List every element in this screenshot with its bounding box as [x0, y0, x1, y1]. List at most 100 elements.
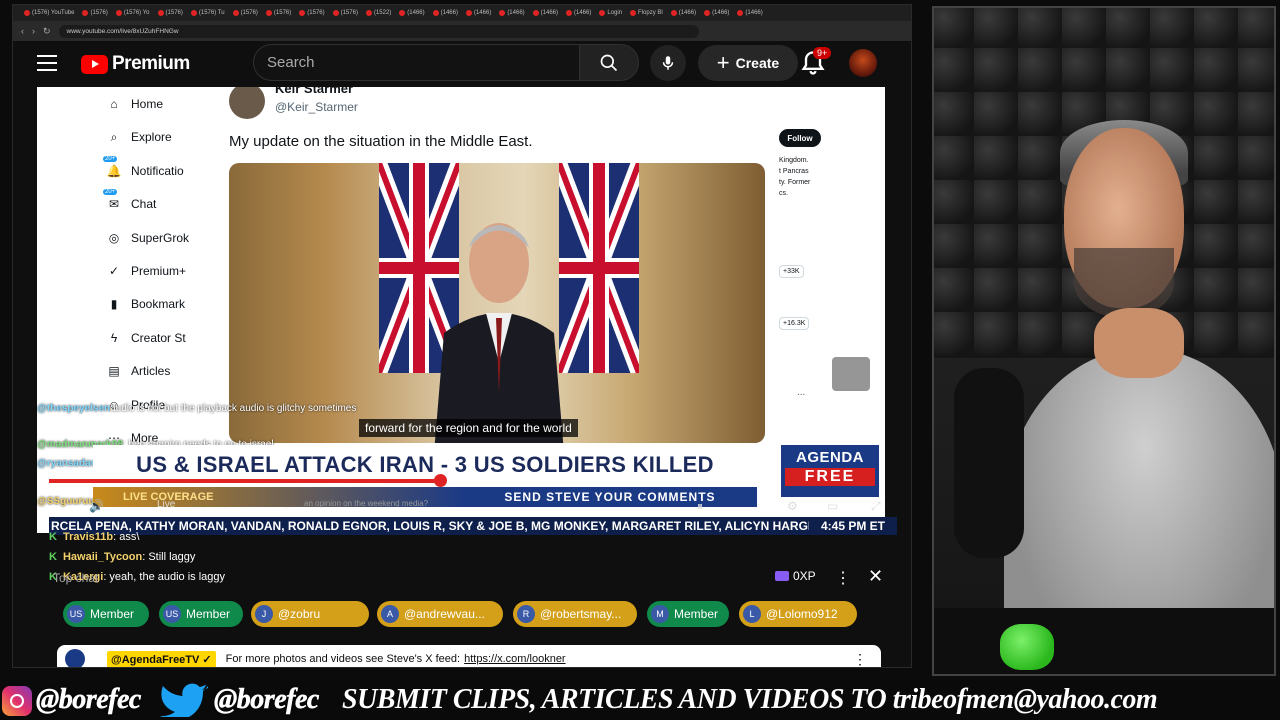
browser-tab[interactable]: (1576)	[230, 7, 261, 19]
x-nav-item[interactable]: ▤ Articles	[107, 364, 170, 378]
twitter-bird-icon	[160, 683, 208, 717]
pause-icon[interactable]: ⏸	[697, 499, 703, 514]
account-avatar[interactable]	[849, 49, 877, 77]
tweet-author-avatar	[229, 87, 265, 119]
chip-avatar: M	[651, 605, 669, 623]
search-input[interactable]: Search	[253, 44, 579, 81]
search-button[interactable]	[579, 44, 639, 81]
chat-username[interactable]: Hawaii_Tycoon	[63, 551, 142, 563]
x-nav-item[interactable]: ⌂ Home	[107, 97, 163, 111]
foam-tile	[1194, 224, 1240, 270]
top-chat-label[interactable]: Top chat	[53, 571, 98, 585]
member-chip[interactable]: R @robertsmay...	[513, 601, 637, 627]
close-icon[interactable]: ✕	[868, 566, 883, 587]
forward-icon[interactable]: ›	[32, 26, 35, 36]
browser-tab[interactable]: (1576)	[155, 7, 186, 19]
youtube-logo[interactable]: Premium	[81, 53, 190, 75]
foam-tile	[1018, 268, 1064, 314]
x-nav-item[interactable]: 🔔 Notificatio 20+	[103, 155, 184, 178]
url-field[interactable]: www.youtube.com/live/8xUZuhFHNGw	[58, 24, 699, 38]
member-chips: US Member US Member J @zobru A @andrewvau... R @r…	[63, 601, 903, 627]
tab-favicon-icon	[190, 10, 197, 16]
voice-search-button[interactable]	[650, 45, 686, 81]
member-chip[interactable]: US Member	[159, 601, 243, 627]
crown-icon	[775, 571, 789, 581]
pinned-menu-icon[interactable]: ⋮	[853, 651, 867, 668]
foam-tile	[934, 224, 976, 270]
chip-avatar: US	[67, 605, 85, 623]
browser-tab[interactable]: (1576)	[330, 7, 361, 19]
foam-tile	[1194, 48, 1240, 94]
create-button[interactable]: + Create	[698, 45, 798, 81]
hamburger-menu-icon[interactable]	[37, 55, 57, 73]
browser-tab[interactable]: (1522)	[363, 7, 394, 19]
foam-tile	[1062, 48, 1108, 94]
more-dots[interactable]: ...	[797, 387, 805, 398]
chat-username[interactable]: Travis11b	[63, 531, 113, 543]
browser-tab[interactable]: (1466)	[396, 7, 427, 19]
x-nav-item[interactable]: ▮ Bookmark	[107, 297, 185, 311]
webcam-feed	[932, 6, 1276, 676]
x-nav-item[interactable]: ⌕ Explore	[107, 130, 172, 145]
chat-text: : ass\	[113, 531, 140, 543]
foam-tile	[1194, 8, 1240, 50]
member-chip[interactable]: A @andrewvau...	[377, 601, 503, 627]
foam-tile	[1238, 136, 1274, 182]
member-chip[interactable]: J @zobru	[251, 601, 369, 627]
member-chip[interactable]: M Member	[647, 601, 729, 627]
chip-avatar: US	[163, 605, 181, 623]
sub-caption: an opinion on the weekend media?	[304, 499, 429, 508]
browser-tab[interactable]: (1576) YouTube	[21, 7, 77, 19]
browser-tab[interactable]: (1466)	[701, 7, 732, 19]
browser-tab[interactable]: (1576) Yo	[113, 7, 153, 19]
foam-tile	[1194, 268, 1240, 314]
member-chip[interactable]: US Member	[63, 601, 149, 627]
foam-tile	[934, 312, 976, 358]
browser-tab[interactable]: (1576)	[79, 7, 110, 19]
x-nav-item[interactable]: ✉ Chat 20+	[103, 189, 156, 212]
foam-tile	[1238, 48, 1274, 94]
foam-tile	[1238, 268, 1274, 314]
chip-avatar: J	[255, 605, 273, 623]
browser-tab[interactable]: (1466)	[463, 7, 494, 19]
member-chip[interactable]: L @Lolomo912	[739, 601, 857, 627]
browser-tab[interactable]: Flopzy Bl	[627, 7, 666, 19]
fullscreen-icon[interactable]: ⤢	[871, 499, 881, 514]
browser-tab[interactable]: (1466)	[668, 7, 699, 19]
logo-top-text: AGENDA	[795, 449, 864, 466]
theater-icon[interactable]: ▭	[827, 499, 838, 513]
desk	[934, 608, 1274, 674]
volume-icon[interactable]: 🔊	[89, 499, 104, 513]
pinned-author[interactable]: @AgendaFreeTV ✓	[107, 650, 216, 667]
browser-tab[interactable]: (1576)	[296, 7, 327, 19]
x-nav-item[interactable]: ◎ SuperGrok	[107, 231, 189, 245]
browser-tab[interactable]: (1466)	[496, 7, 527, 19]
chat-menu-icon[interactable]: ⋮	[835, 568, 851, 588]
pinned-link[interactable]: https://x.com/lookner	[464, 653, 566, 665]
tab-label: Flopzy Bl	[638, 10, 663, 16]
progress-bar[interactable]	[49, 479, 441, 483]
x-nav-item[interactable]: ϟ Creator St	[107, 331, 186, 345]
mail-icon: ✉	[108, 197, 120, 212]
browser-tab[interactable]: (1576) Tu	[188, 7, 228, 19]
xp-badge[interactable]: 0XP	[775, 569, 816, 583]
browser-tab[interactable]: (1466)	[734, 7, 765, 19]
foam-tile	[974, 8, 1020, 50]
follow-button[interactable]: Follow	[779, 129, 821, 147]
browser-tab[interactable]: (1576)	[263, 7, 294, 19]
settings-icon[interactable]: ⚙	[787, 499, 798, 513]
browser-tab[interactable]: Login	[596, 7, 625, 19]
bio-line: t Pancras	[779, 168, 809, 175]
tab-label: (1576) Yo	[123, 10, 150, 16]
reload-icon[interactable]: ↻	[43, 26, 51, 37]
back-icon[interactable]: ‹	[21, 26, 24, 36]
tab-label: (1466)	[745, 10, 763, 16]
picture-in-picture-icon[interactable]	[832, 357, 870, 391]
tab-label: (1466)	[540, 10, 558, 16]
browser-tab[interactable]: (1466)	[530, 7, 561, 19]
browser-tab[interactable]: (1466)	[563, 7, 594, 19]
live-label[interactable]: Live	[157, 499, 175, 510]
browser-tab[interactable]: (1466)	[430, 7, 461, 19]
x-nav-item[interactable]: ✓ Premium+	[107, 264, 186, 278]
progress-scrubber[interactable]	[434, 474, 447, 487]
